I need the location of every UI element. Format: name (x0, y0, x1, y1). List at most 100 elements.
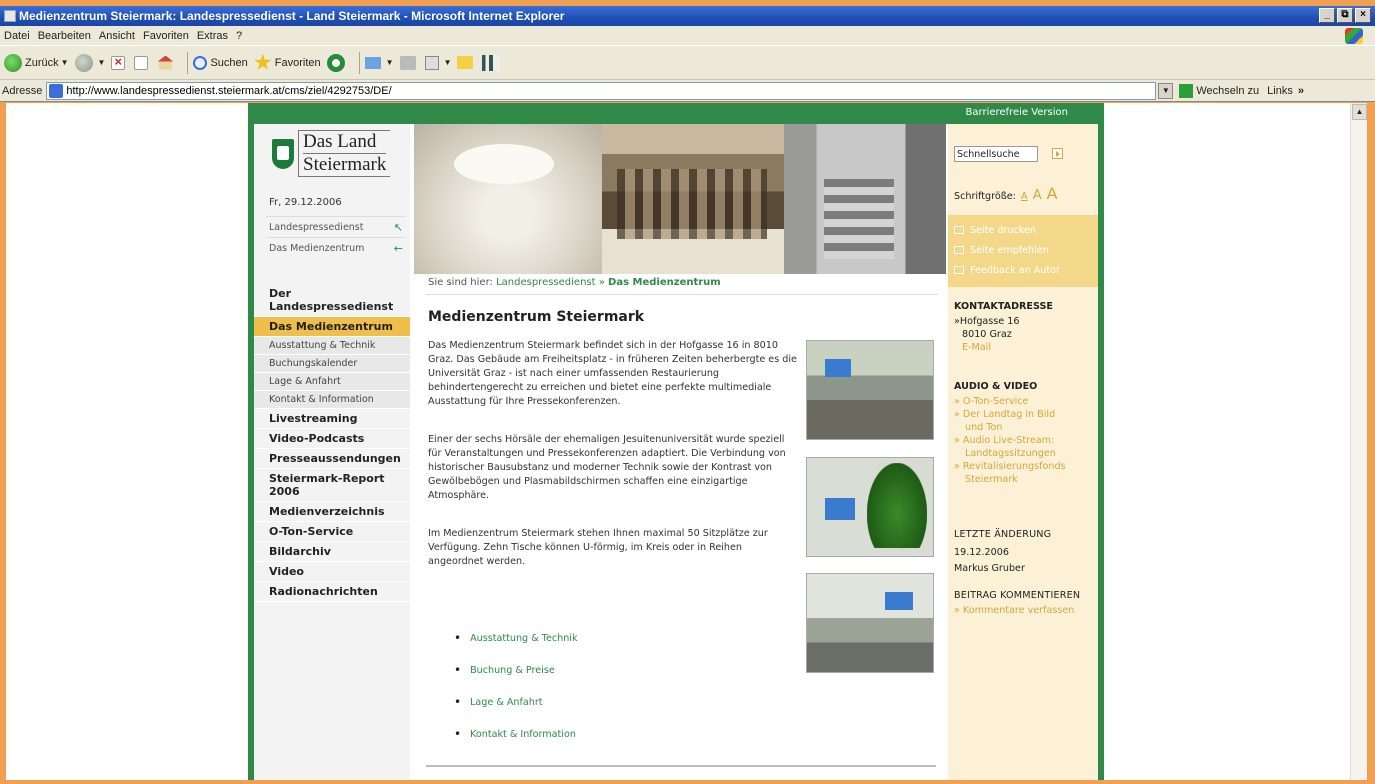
browser-toolbar: Zurück ▼ ▼ Suchen Favoriten ▼ ▼ (0, 46, 1375, 80)
quick-link-landespressedienst[interactable]: Landespressedienst ↖ (266, 216, 406, 237)
contact-email-link[interactable]: E-Mail (954, 341, 1096, 354)
av-link-livestream-cont[interactable]: Landtagssitzungen (954, 447, 1096, 460)
steiermark-shield-icon (272, 138, 294, 169)
browser-viewport: Barrierefreie Version Das Land Steiermar… (6, 103, 1350, 780)
mail-icon (364, 56, 381, 69)
close-button[interactable]: × (1355, 8, 1371, 23)
minimize-button[interactable]: _ (1319, 8, 1335, 23)
go-button[interactable]: Wechseln zu (1179, 83, 1259, 98)
logo[interactable]: Das Land Steiermark (272, 130, 391, 177)
nav-steiermark-report[interactable]: Steiermark-Report 2006 (254, 469, 410, 502)
nav-video[interactable]: Video (254, 562, 410, 582)
nav-sub-kontakt[interactable]: Kontakt & Information (254, 391, 410, 409)
menu-favoriten[interactable]: Favoriten (143, 30, 189, 42)
nav-livestreaming[interactable]: Livestreaming (254, 409, 410, 429)
address-label: Adresse (2, 84, 43, 97)
breadcrumb-prefix: Sie sind hier: (428, 277, 493, 288)
print-button[interactable] (399, 55, 419, 70)
font-size-small[interactable]: A (1021, 191, 1028, 202)
accessible-version-link[interactable]: Barrierefreie Version (966, 107, 1068, 118)
back-button[interactable]: Zurück ▼ (4, 53, 69, 72)
header-banner (414, 124, 946, 274)
breadcrumb-link[interactable]: Landespressedienst (496, 277, 595, 288)
pencil-icon (954, 266, 964, 274)
nav-presseaussendungen[interactable]: Presseaussendungen (254, 449, 410, 469)
nav-medienverzeichnis[interactable]: Medienverzeichnis (254, 502, 410, 522)
url-input[interactable] (66, 84, 1156, 97)
nav-medienzentrum[interactable]: Das Medienzentrum (254, 317, 410, 337)
banner-image-corridor (414, 124, 602, 274)
address-field[interactable] (46, 81, 1157, 100)
av-link-livestream[interactable]: » Audio Live-Stream: (954, 434, 1096, 447)
quick-search-input[interactable] (954, 146, 1038, 162)
audio-video-section: AUDIO & VIDEO » O-Ton-Service » Der Land… (954, 380, 1096, 486)
menu-ansicht[interactable]: Ansicht (99, 30, 135, 42)
mail-button[interactable]: ▼ (364, 56, 394, 69)
restore-button[interactable]: ⧉ (1337, 8, 1353, 23)
write-comment-link[interactable]: » Kommentare verfassen (954, 604, 1096, 617)
nav-radionachrichten[interactable]: Radionachrichten (254, 582, 410, 602)
page-title: Medienzentrum Steiermark (428, 309, 645, 325)
font-size-large[interactable]: A (1047, 184, 1058, 203)
links-button[interactable]: Links (1267, 85, 1293, 97)
chevron-down-icon[interactable]: ▼ (98, 58, 106, 67)
folder-button[interactable] (457, 56, 476, 69)
nav-video-podcasts[interactable]: Video-Podcasts (254, 429, 410, 449)
favorites-button[interactable]: Favoriten (254, 53, 321, 72)
scroll-up-button[interactable]: ▲ (1352, 104, 1367, 120)
font-size-medium[interactable]: A (1033, 188, 1042, 203)
vertical-scrollbar[interactable]: ▲ (1350, 103, 1367, 780)
photo-u-shaped-tables[interactable] (806, 573, 934, 673)
toolbar-divider (358, 51, 360, 74)
last-change-author: Markus Gruber (954, 563, 1025, 574)
av-link-oton[interactable]: » O-Ton-Service (954, 395, 1096, 408)
stop-button[interactable] (111, 54, 128, 70)
menu-datei[interactable]: Datei (4, 30, 30, 42)
history-button[interactable] (326, 53, 348, 72)
messenger-button[interactable] (482, 54, 503, 71)
photo-conference-room[interactable] (806, 340, 934, 440)
av-link-revitalisierung[interactable]: » Revitalisierungsfonds (954, 460, 1096, 473)
list-link-buchung[interactable]: Buchung & Preise (454, 665, 578, 697)
recommend-page-link[interactable]: Seite empfehlen (954, 240, 1092, 260)
breadcrumb-separator: » (598, 277, 605, 288)
av-link-landtag[interactable]: » Der Landtag in Bild (954, 408, 1096, 421)
av-link-revitalisierung-cont[interactable]: Steiermark (954, 473, 1096, 486)
list-link-kontakt[interactable]: Kontakt & Information (454, 729, 578, 761)
chevron-down-icon[interactable]: ▼ (444, 58, 452, 67)
list-link-ausstattung[interactable]: Ausstattung & Technik (454, 633, 577, 665)
windows-logo-icon (1345, 28, 1363, 44)
search-submit-button[interactable] (1052, 148, 1063, 159)
menu-extras[interactable]: Extras (197, 30, 228, 42)
edit-button[interactable]: ▼ (424, 55, 452, 70)
menu-bearbeiten[interactable]: Bearbeiten (38, 30, 91, 42)
photo-room-with-plant[interactable] (806, 457, 934, 557)
breadcrumb-current[interactable]: Das Medienzentrum (608, 277, 721, 288)
av-link-landtag-cont[interactable]: und Ton (954, 421, 1096, 434)
forward-button[interactable]: ▼ (74, 53, 106, 72)
nav-bildarchiv[interactable]: Bildarchiv (254, 542, 410, 562)
printer-icon (954, 226, 964, 234)
address-bar: Adresse ▼ Wechseln zu Links » (0, 80, 1375, 102)
menu-help[interactable]: ? (236, 30, 242, 42)
nav-o-ton-service[interactable]: O-Ton-Service (254, 522, 410, 542)
nav-sub-ausstattung[interactable]: Ausstattung & Technik (254, 337, 410, 355)
chevron-down-icon[interactable]: ▼ (386, 58, 394, 67)
font-size-label: Schriftgröße: (954, 191, 1016, 202)
address-dropdown[interactable]: ▼ (1158, 82, 1174, 99)
print-page-link[interactable]: Seite drucken (954, 220, 1092, 240)
refresh-button[interactable] (134, 55, 151, 70)
home-button[interactable] (157, 55, 176, 70)
links-chevron[interactable]: » (1298, 85, 1304, 97)
feedback-link[interactable]: Feedback an Autor (954, 260, 1092, 280)
tool-label: Feedback an Autor (970, 264, 1060, 276)
chevron-down-icon[interactable]: ▼ (61, 58, 69, 67)
nav-sub-lage[interactable]: Lage & Anfahrt (254, 373, 410, 391)
top-green-band: Barrierefreie Version (254, 103, 1098, 124)
search-button[interactable]: Suchen (193, 55, 248, 70)
list-link-lage[interactable]: Lage & Anfahrt (454, 697, 578, 729)
nav-sub-buchung[interactable]: Buchungskalender (254, 355, 410, 373)
quick-link-medienzentrum[interactable]: Das Medienzentrum ← (266, 237, 406, 258)
search-label: Suchen (210, 56, 248, 69)
nav-landespressedienst[interactable]: Der Landespressedienst (254, 279, 410, 317)
